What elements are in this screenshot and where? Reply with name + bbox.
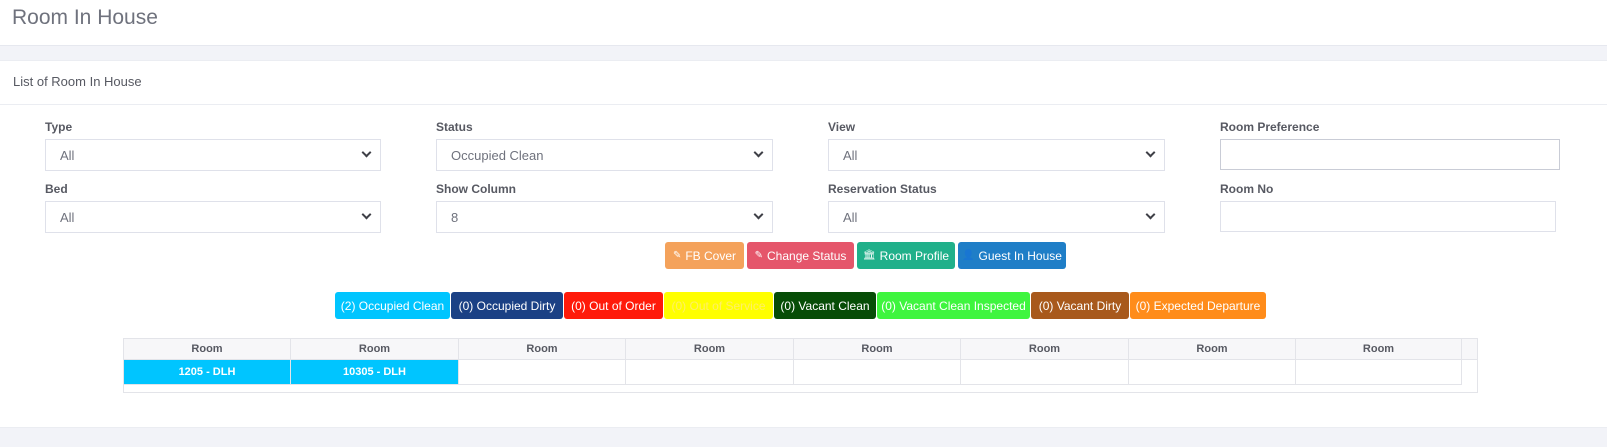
room-cell (961, 360, 1129, 385)
edit-icon: ✎ (672, 250, 682, 261)
legend-vacant-dirty[interactable]: (0) Vacant Dirty (1031, 292, 1129, 319)
type-label: Type (45, 120, 73, 134)
status-select[interactable]: Occupied Clean (436, 139, 773, 171)
change-status-label: Change Status (767, 248, 847, 263)
chevron-down-icon (361, 147, 372, 158)
legend-expected-departure[interactable]: (0) Expected Departure (1130, 292, 1266, 319)
show-column-label: Show Column (436, 182, 516, 196)
change-status-button[interactable]: ✎ Change Status (747, 242, 854, 269)
legend-occupied-clean[interactable]: (2) Occupied Clean (335, 292, 450, 319)
room-cell (626, 360, 794, 385)
grid-header: Room (794, 339, 961, 360)
room-cell[interactable]: 1205 - DLH (124, 360, 291, 385)
bank-icon: 🏛 (862, 250, 876, 261)
legend-vacant-clean-inspected[interactable]: (0) Vacant Clean Inspected (877, 292, 1030, 319)
grid-header: Room (291, 339, 459, 360)
chevron-down-icon (1145, 147, 1156, 158)
reservation-status-label: Reservation Status (828, 182, 937, 196)
grid-header-spacer (1462, 339, 1477, 360)
fb-cover-button[interactable]: ✎ FB Cover (665, 242, 744, 269)
grid-header: Room (1296, 339, 1462, 360)
room-cell (1296, 360, 1462, 385)
edit-icon: ✎ (754, 250, 763, 261)
room-profile-button[interactable]: 🏛 Room Profile (857, 242, 955, 269)
grid-header: Room (1129, 339, 1296, 360)
grid-header: Room (961, 339, 1129, 360)
panel-title: List of Room In House (13, 74, 142, 89)
room-cell[interactable]: 10305 - DLH (291, 360, 459, 385)
page-title: Room In House (12, 6, 158, 29)
user-icon: 👤 (962, 250, 975, 261)
status-label: Status (436, 120, 473, 134)
room-profile-label: Room Profile (879, 248, 950, 263)
show-column-select[interactable]: 8 (436, 201, 773, 233)
bed-select[interactable]: All (45, 201, 381, 233)
legend-out-of-order[interactable]: (0) Out of Order (564, 292, 663, 319)
guest-in-house-label: Guest In House (978, 248, 1062, 263)
view-select-value: All (843, 148, 858, 163)
status-select-value: Occupied Clean (451, 148, 544, 163)
bed-label: Bed (45, 182, 68, 196)
grid-header: Room (459, 339, 626, 360)
room-no-label: Room No (1220, 182, 1274, 196)
chevron-down-icon (361, 209, 372, 220)
chevron-down-icon (753, 209, 764, 220)
panel-header: List of Room In House (0, 61, 1607, 105)
room-preference-label: Room Preference (1220, 120, 1320, 134)
type-select[interactable]: All (45, 139, 381, 171)
bed-select-value: All (60, 210, 75, 225)
grid-header: Room (124, 339, 291, 360)
room-cell (794, 360, 961, 385)
show-column-select-value: 8 (451, 210, 459, 225)
reservation-status-select[interactable]: All (828, 201, 1165, 233)
grid-header: Room (626, 339, 794, 360)
room-cell (459, 360, 626, 385)
room-cell (1129, 360, 1296, 385)
page-header: Room In House (0, 0, 1607, 46)
room-grid: Room Room Room Room Room Room Room Room … (123, 338, 1478, 393)
legend-occupied-dirty[interactable]: (0) Occupied Dirty (451, 292, 563, 319)
guest-in-house-button[interactable]: 👤 Guest In House (958, 242, 1066, 269)
chevron-down-icon (753, 147, 764, 158)
chevron-down-icon (1145, 209, 1156, 220)
reservation-status-select-value: All (843, 210, 858, 225)
view-label: View (828, 120, 856, 134)
view-select[interactable]: All (828, 139, 1165, 171)
legend-vacant-clean[interactable]: (0) Vacant Clean (774, 292, 876, 319)
legend-out-of-service[interactable]: (0) Out of Service (664, 292, 773, 319)
room-preference-input[interactable] (1220, 139, 1560, 170)
room-no-input[interactable] (1220, 201, 1556, 232)
type-select-value: All (60, 148, 75, 163)
fb-cover-label: FB Cover (685, 248, 737, 263)
